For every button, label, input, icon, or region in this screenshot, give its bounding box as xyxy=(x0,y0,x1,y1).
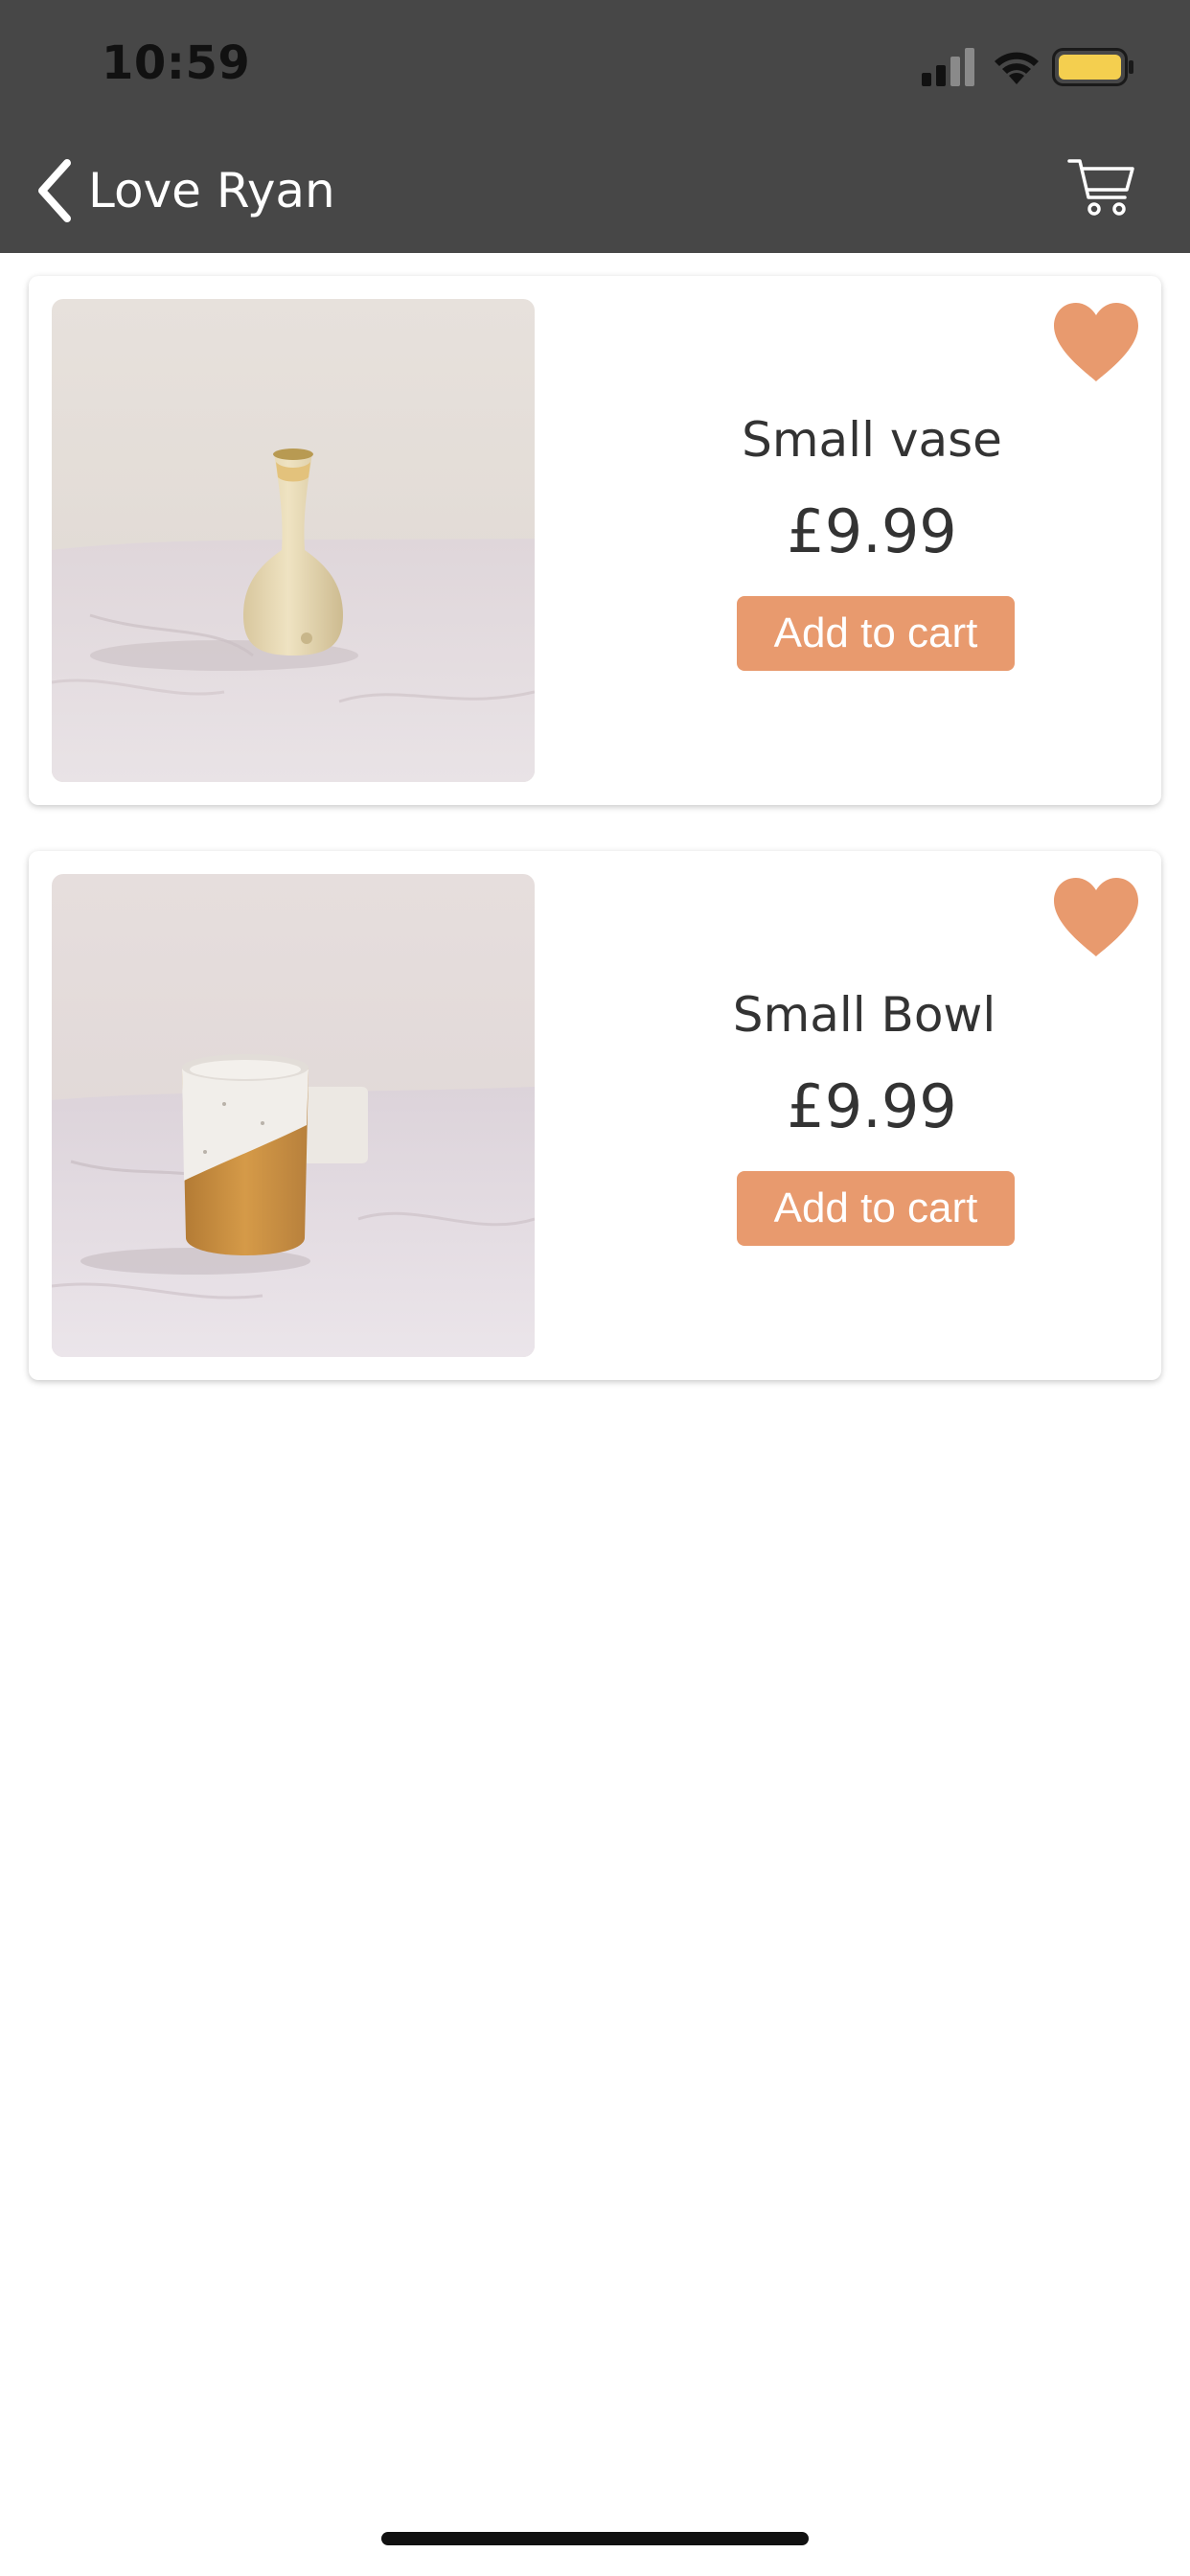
back-label: Love Ryan xyxy=(88,163,335,218)
wifi-icon xyxy=(995,52,1039,84)
product-price: £9.99 xyxy=(787,496,957,566)
top-bar: 10:59 Love Ryan xyxy=(0,0,1190,253)
product-card[interactable]: Small Bowl £9.99 Add to cart xyxy=(29,851,1161,1380)
home-indicator[interactable] xyxy=(381,2532,809,2545)
product-image-vase[interactable] xyxy=(52,299,535,782)
cellular-signal-icon xyxy=(922,48,974,86)
product-card[interactable]: Small vase £9.99 Add to cart xyxy=(29,276,1161,805)
battery-icon xyxy=(1052,48,1133,86)
product-info: Small Bowl £9.99 Add to cart xyxy=(546,851,1190,1380)
add-to-cart-button[interactable]: Add to cart xyxy=(737,596,1015,671)
cup-photo xyxy=(52,874,535,1357)
chevron-left-icon xyxy=(38,159,71,222)
product-name: Small vase xyxy=(742,412,1002,468)
product-name: Small Bowl xyxy=(732,987,996,1043)
add-to-cart-button[interactable]: Add to cart xyxy=(737,1171,1015,1246)
vase-photo xyxy=(52,299,535,782)
back-button[interactable]: Love Ryan xyxy=(34,157,335,224)
product-price: £9.99 xyxy=(787,1071,957,1141)
status-time: 10:59 xyxy=(102,36,251,90)
product-info: Small vase £9.99 Add to cart xyxy=(546,276,1190,805)
product-image-bowl[interactable] xyxy=(52,874,535,1357)
cart-icon[interactable] xyxy=(1067,153,1136,222)
